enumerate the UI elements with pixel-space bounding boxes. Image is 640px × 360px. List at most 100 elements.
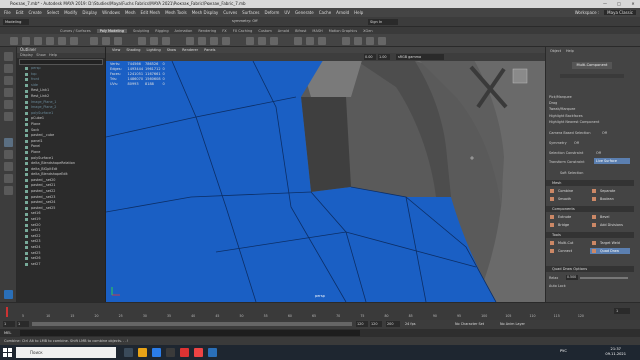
shelf-cylindrical-icon[interactable] (318, 37, 326, 45)
range-bar[interactable] (32, 322, 352, 326)
extrude-button[interactable]: Extrude (548, 214, 588, 220)
bridge-button[interactable]: Bridge (548, 222, 588, 228)
shelf-tab-xgen[interactable]: XGen (363, 29, 372, 33)
persp-outliner-icon[interactable] (4, 186, 13, 195)
shelf-fill-hole-icon[interactable] (222, 37, 230, 45)
shelf-tab-bifrost[interactable]: Bifrost (295, 29, 306, 33)
tweak-marquee-option[interactable]: Tweak/Marquee (549, 107, 575, 111)
menu-generate[interactable]: Generate (295, 10, 314, 15)
vp-menu-renderer[interactable]: Renderer (182, 48, 198, 52)
side-by-side-icon[interactable] (4, 162, 13, 171)
task-view-icon[interactable] (124, 348, 133, 357)
fps-dropdown[interactable]: 24 fps (405, 321, 416, 327)
scale-tool-icon[interactable] (4, 112, 13, 121)
menu-mesh-display[interactable]: Mesh Display (192, 10, 219, 15)
browser-icon[interactable] (152, 348, 161, 357)
far-clip-field[interactable]: 1.00 (378, 54, 390, 60)
menu-edit[interactable]: Edit (16, 10, 24, 15)
vp-menu-show[interactable]: Show (167, 48, 176, 52)
maya-taskbar-icon[interactable] (208, 348, 217, 357)
shelf-sphere-icon[interactable] (10, 37, 18, 45)
menu-edit-mesh[interactable]: Edit Mesh (141, 10, 161, 15)
shelf-tab-mash[interactable]: MASH (312, 29, 322, 33)
selection-constraint-value[interactable]: Off (596, 151, 601, 155)
outliner-search-input[interactable] (19, 59, 103, 65)
maya-logo-icon[interactable] (4, 290, 13, 299)
character-set-dropdown[interactable]: No Character Set (455, 321, 484, 327)
viewcube-icon[interactable] (512, 68, 528, 84)
rotate-tool-icon[interactable] (4, 100, 13, 109)
vp-menu-view[interactable]: View (112, 48, 120, 52)
close-icon[interactable]: ✕ (626, 0, 640, 8)
add-divisions-button[interactable]: Add Divisions (590, 222, 630, 228)
vp-menu-shading[interactable]: Shading (126, 48, 140, 52)
auto-lock-label[interactable]: Auto Lock (549, 284, 566, 288)
menu-file[interactable]: File (4, 10, 11, 15)
drag-option[interactable]: Drag (549, 101, 557, 105)
shelf-planar-icon[interactable] (306, 37, 314, 45)
combine-button[interactable]: Combine (548, 188, 588, 194)
windows-start-icon[interactable] (3, 348, 12, 357)
boolean-button[interactable]: Boolean (590, 196, 630, 202)
quad-draw-button[interactable]: Quad Draw (590, 248, 630, 254)
shelf-multicut-icon[interactable] (246, 37, 254, 45)
menu-deform[interactable]: Deform (264, 10, 279, 15)
shelf-history-icon[interactable] (342, 37, 350, 45)
multi-component-button[interactable]: Multi-Component (572, 62, 612, 69)
store-icon[interactable] (166, 348, 175, 357)
pick-marquee-option[interactable]: Pick/Marquee (549, 95, 572, 99)
color-space-dropdown[interactable]: sRGB gamma (396, 54, 444, 60)
outliner-menu-show[interactable]: Show (36, 53, 45, 57)
shelf-tab-rigging[interactable]: Rigging (155, 29, 168, 33)
maximize-icon[interactable]: □ (612, 0, 626, 8)
shelf-plane-icon[interactable] (70, 37, 78, 45)
language-indicator[interactable]: РУС (560, 349, 567, 353)
current-time-marker[interactable] (6, 307, 8, 317)
shelf-tab-rendering[interactable]: Rendering (198, 29, 216, 33)
menu-cache[interactable]: Cache (319, 10, 331, 15)
shelf-pyramid-icon[interactable] (114, 37, 122, 45)
shelf-torus-icon[interactable] (58, 37, 66, 45)
shelf-separate-icon[interactable] (150, 37, 158, 45)
menu-surfaces[interactable]: Surfaces (242, 10, 259, 15)
shelf-platonic-icon[interactable] (102, 37, 110, 45)
outliner-item[interactable]: set27 (17, 262, 105, 268)
separate-button[interactable]: Separate (590, 188, 630, 194)
panel-menu-object[interactable]: Object (550, 49, 561, 53)
menu-arnold[interactable]: Arnold (336, 10, 349, 15)
menu-uv[interactable]: UV (284, 10, 290, 15)
symmetry-value[interactable]: Off (574, 141, 579, 145)
shelf-bridge-icon[interactable] (198, 37, 206, 45)
minimize-icon[interactable]: — (598, 0, 612, 8)
menu-mesh-tools[interactable]: Mesh Tools (165, 10, 187, 15)
target-weld-button[interactable]: Target Weld (590, 240, 630, 246)
shelf-combine-icon[interactable] (138, 37, 146, 45)
mode-dropdown[interactable]: Modeling (3, 19, 29, 25)
relax-slider[interactable] (580, 277, 628, 279)
relax-value-field[interactable]: 0.500 (566, 275, 578, 280)
shelf-cube-icon[interactable] (22, 37, 30, 45)
menu-windows[interactable]: Windows (102, 10, 120, 15)
quad-draw-options-header[interactable]: Quad Draw Options (546, 266, 634, 272)
bevel-button[interactable]: Bevel (590, 214, 630, 220)
persp-graph-icon[interactable] (4, 174, 13, 183)
current-frame-field[interactable]: 1 (614, 308, 630, 314)
menu-curves[interactable]: Curves (223, 10, 237, 15)
outliner-menu-help[interactable]: Help (49, 53, 57, 57)
shelf-tab-motion-graphics[interactable]: Motion Graphics (329, 29, 357, 33)
menu-create[interactable]: Create (28, 10, 41, 15)
highlight-nearest-checkbox[interactable]: Highlight Nearest Component (549, 120, 599, 124)
shelf-cylinder-icon[interactable] (34, 37, 42, 45)
start-frame-field[interactable]: 1 (3, 321, 15, 327)
shelf-tab-custom[interactable]: Custom (258, 29, 271, 33)
menu-mesh[interactable]: Mesh (125, 10, 136, 15)
shelf-center-pivot-icon[interactable] (366, 37, 374, 45)
end-frame-field[interactable]: 120 (370, 321, 382, 327)
shelf-quad-draw-icon[interactable] (270, 37, 278, 45)
panel-menu-help[interactable]: Help (566, 49, 574, 53)
sign-in-button[interactable]: Sign In (368, 19, 398, 25)
camera-based-selection-value[interactable]: Off (602, 131, 607, 135)
shelf-freeze-icon[interactable] (354, 37, 362, 45)
four-view-icon[interactable] (4, 150, 13, 159)
time-slider[interactable]: 5 10 15 20 25 30 35 40 45 50 55 60 65 70 75 80 85 90 95 100… (0, 302, 640, 320)
